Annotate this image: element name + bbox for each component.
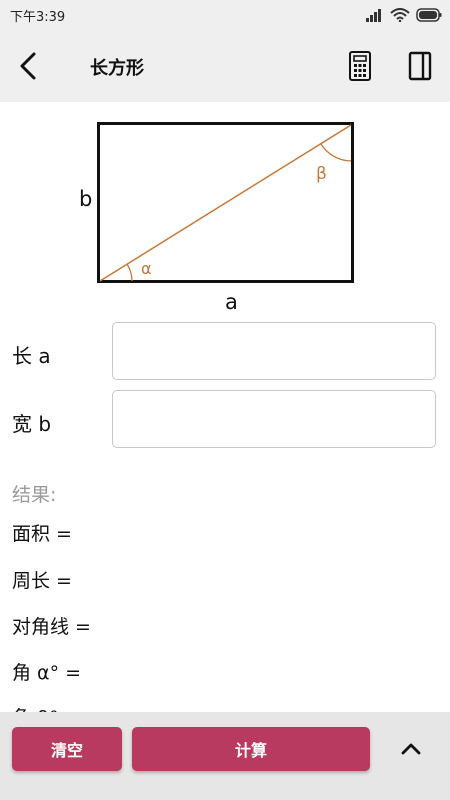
status-time: 下午3:39 — [10, 10, 66, 25]
width-input[interactable] — [112, 390, 436, 448]
side-panel-button[interactable] — [404, 48, 436, 84]
length-label: 长 a — [12, 344, 51, 368]
side-a-label: a — [225, 290, 238, 314]
result-angle-alpha: 角 α° = — [12, 662, 82, 684]
result-area: 面积 = — [12, 523, 72, 545]
diagonal-line — [99, 124, 352, 282]
side-b-label: b — [79, 187, 92, 211]
chevron-up-icon — [401, 743, 421, 755]
result-diagonal: 对角线 = — [12, 616, 91, 638]
battery-icon — [416, 8, 442, 22]
calculator-button[interactable] — [344, 48, 376, 84]
length-input[interactable] — [112, 322, 436, 380]
clear-button[interactable]: 清空 — [12, 727, 122, 771]
rectangle-diagram: α β b a — [79, 122, 354, 314]
beta-arc — [320, 143, 352, 162]
expand-button[interactable] — [396, 734, 426, 764]
status-icons — [366, 6, 442, 24]
bottom-action-bar: 清空 计算 — [0, 712, 450, 800]
back-button[interactable] — [12, 48, 48, 84]
status-bar: 下午3:39 — [0, 0, 450, 30]
beta-label: β — [316, 164, 327, 184]
result-perimeter: 周长 = — [12, 570, 72, 592]
alpha-label: α — [141, 259, 152, 278]
calculate-button[interactable]: 计算 — [132, 727, 370, 771]
page-title: 长方形 — [90, 58, 144, 79]
wifi-icon — [390, 8, 410, 22]
chevron-left-icon — [20, 52, 36, 80]
alpha-arc — [126, 263, 133, 282]
calculator-icon — [349, 51, 371, 81]
width-label: 宽 b — [12, 412, 52, 436]
results-header: 结果: — [12, 484, 57, 506]
screen: 下午3:39 长方形 α β b a 长 a 宽 b 结果: 面积 = 周长 =… — [0, 0, 450, 800]
app-bar: 长方形 — [0, 30, 450, 102]
side-panel-icon — [408, 51, 432, 81]
signal-icon — [366, 9, 381, 22]
